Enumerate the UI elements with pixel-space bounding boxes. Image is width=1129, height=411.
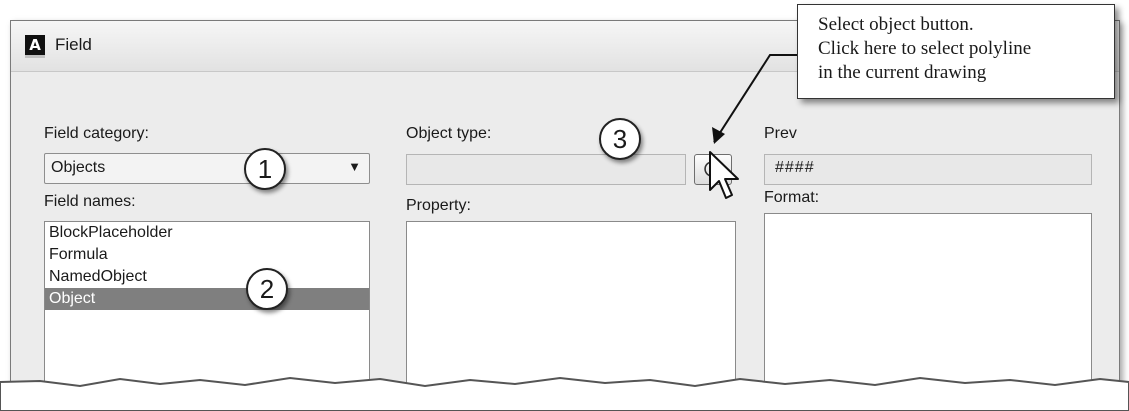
torn-edge <box>0 376 1129 411</box>
leader-arrow <box>712 54 797 144</box>
